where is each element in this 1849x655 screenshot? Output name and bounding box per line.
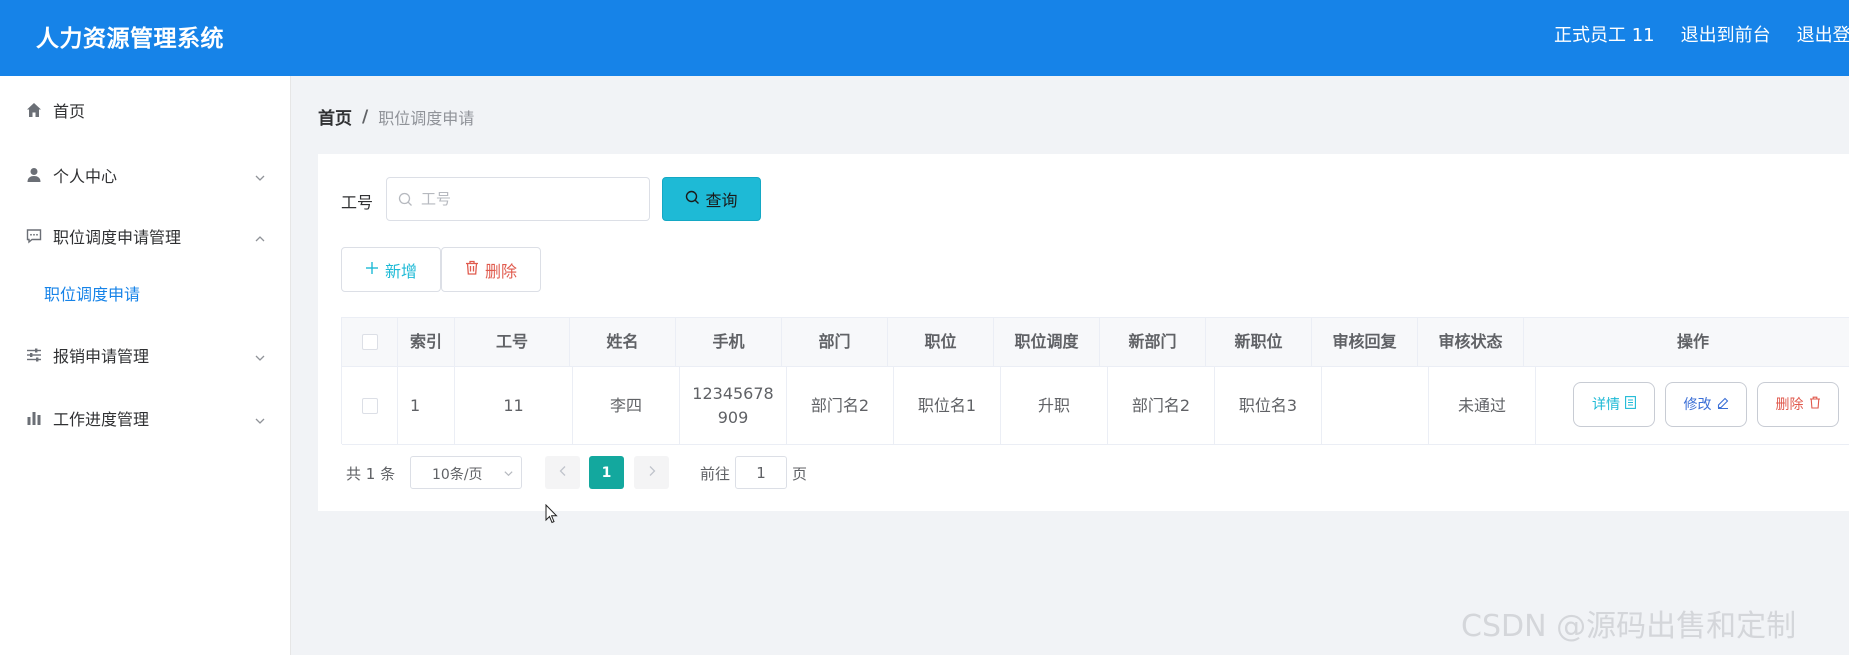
- breadcrumb-current: 职位调度申请: [378, 108, 475, 128]
- column-header: 部门: [782, 318, 888, 366]
- column-header: 职位调度: [994, 318, 1100, 366]
- page-size-select[interactable]: 10条/页: [410, 456, 522, 489]
- breadcrumb: 首页 / 职位调度申请: [318, 104, 475, 130]
- sidebar-item-label: 首页: [53, 102, 86, 121]
- document-icon: [1625, 393, 1636, 417]
- cell-review-status: 未通过: [1429, 367, 1536, 444]
- header-links: 正式员工 11 退出到前台 退出登录: [1554, 21, 1849, 47]
- sidebar-item-transfer-management[interactable]: 职位调度申请管理: [0, 216, 291, 256]
- edit-icon: [1717, 393, 1729, 417]
- app-title: 人力资源管理系统: [36, 26, 224, 52]
- message-icon: [26, 228, 42, 244]
- sidebar-item-reimbursement[interactable]: 报销申请管理: [0, 335, 291, 375]
- column-header: 新部门: [1100, 318, 1206, 366]
- cell-review-reply: [1322, 367, 1429, 444]
- prev-page-button[interactable]: [545, 456, 580, 489]
- edit-button[interactable]: 修改: [1665, 382, 1747, 427]
- chevron-down-icon: [254, 349, 266, 361]
- cell-new-department: 部门名2: [1108, 367, 1215, 444]
- trash-icon: [1809, 393, 1821, 417]
- chevron-right-icon: [647, 465, 657, 481]
- sidebar-item-home[interactable]: 首页: [0, 90, 291, 130]
- watermark: CSDN @源码出售和定制: [1461, 609, 1797, 644]
- column-header: 职位: [888, 318, 994, 366]
- search-label: 工号: [341, 193, 374, 212]
- goto-label: 前往: [700, 465, 731, 483]
- row-select-cell: [342, 367, 398, 444]
- column-header: 新职位: [1206, 318, 1312, 366]
- delete-button-label: 删除: [484, 261, 517, 281]
- plus-icon: [365, 260, 379, 279]
- user-icon: [26, 167, 42, 183]
- column-header: 姓名: [570, 318, 676, 366]
- sliders-icon: [26, 347, 42, 363]
- sidebar: 首页 个人中心 职位调度申请管理 职位调度申请 报销申请管理 工作进度管理: [0, 76, 291, 655]
- cell-operations: 详情 修改 删除: [1536, 367, 1849, 444]
- column-header: 操作: [1676, 332, 1709, 351]
- home-icon: [26, 102, 42, 118]
- row-delete-button-label: 删除: [1775, 396, 1804, 413]
- goto-page-input[interactable]: [735, 456, 787, 489]
- chevron-down-icon: [503, 467, 514, 483]
- column-header: 索引: [398, 318, 455, 366]
- column-header: 审核状态: [1418, 318, 1524, 366]
- transfer-request-table: 索引 工号 姓名 手机 部门 职位 职位调度 新部门 新职位 审核回复 审核状态…: [341, 317, 1849, 445]
- select-all-checkbox[interactable]: [361, 334, 378, 350]
- breadcrumb-separator: /: [362, 106, 369, 127]
- employee-id-search-field[interactable]: [386, 177, 650, 221]
- goto-unit: 页: [792, 465, 808, 483]
- chevron-up-icon: [254, 230, 266, 242]
- logout-link[interactable]: 退出登录: [1797, 21, 1849, 47]
- sidebar-subitem-transfer-request[interactable]: 职位调度申请: [0, 275, 291, 311]
- sidebar-item-label: 职位调度申请管理: [53, 228, 182, 247]
- back-to-frontend-link[interactable]: 退出到前台: [1681, 21, 1771, 47]
- top-header: 人力资源管理系统 正式员工 11 退出到前台 退出登录: [0, 0, 1849, 76]
- detail-button[interactable]: 详情: [1573, 382, 1655, 427]
- add-button[interactable]: 新增: [341, 247, 441, 292]
- detail-button-label: 详情: [1592, 396, 1620, 413]
- current-user-link[interactable]: 正式员工 11: [1554, 21, 1655, 47]
- cell-index: 1: [398, 367, 455, 444]
- table-header-row: 索引 工号 姓名 手机 部门 职位 职位调度 新部门 新职位 审核回复 审核状态…: [342, 318, 1849, 367]
- cell-name: 李四: [573, 367, 680, 444]
- column-header: 工号: [455, 318, 570, 366]
- row-delete-button[interactable]: 删除: [1757, 382, 1839, 427]
- breadcrumb-home[interactable]: 首页: [318, 104, 352, 129]
- edit-button-label: 修改: [1683, 396, 1712, 413]
- sidebar-subitem-label: 职位调度申请: [44, 285, 141, 304]
- pagination-total: 共 1 条: [346, 465, 396, 483]
- sidebar-item-label: 个人中心: [53, 167, 118, 186]
- cell-transfer: 升职: [1001, 367, 1108, 444]
- batch-delete-button[interactable]: 删除: [441, 247, 541, 292]
- header-select-cell: [342, 318, 398, 366]
- trash-icon: [465, 260, 479, 279]
- cell-new-position: 职位名3: [1215, 367, 1322, 444]
- sidebar-item-label: 工作进度管理: [53, 410, 150, 429]
- row-checkbox[interactable]: [361, 397, 378, 414]
- add-button-label: 新增: [384, 261, 417, 281]
- bar-chart-icon: [26, 410, 42, 426]
- table-row: 1 11 李四 12345678909 部门名2 职位名1 升职 部门名2 职位…: [342, 367, 1849, 445]
- page-number-button[interactable]: 1: [589, 456, 624, 489]
- next-page-button[interactable]: [634, 456, 669, 489]
- sidebar-item-personal-center[interactable]: 个人中心: [0, 155, 291, 195]
- chevron-left-icon: [558, 465, 568, 481]
- sidebar-item-label: 报销申请管理: [53, 347, 150, 366]
- query-button-label: 查询: [705, 191, 738, 210]
- chevron-down-icon: [254, 412, 266, 424]
- search-icon: [685, 190, 700, 209]
- mouse-cursor-icon: [545, 503, 559, 528]
- column-header: 手机: [676, 318, 782, 366]
- page-size-value: 10条/页: [432, 467, 483, 483]
- cell-department: 部门名2: [787, 367, 894, 444]
- chevron-down-icon: [254, 169, 266, 181]
- cell-position: 职位名1: [894, 367, 1001, 444]
- query-button[interactable]: 查询: [662, 177, 761, 221]
- cell-phone: 12345678909: [680, 367, 787, 444]
- employee-id-search-input[interactable]: [421, 186, 641, 212]
- search-icon: [398, 192, 413, 211]
- sidebar-item-work-progress[interactable]: 工作进度管理: [0, 398, 291, 438]
- column-header: 审核回复: [1312, 318, 1418, 366]
- cell-employee-id: 11: [455, 367, 573, 444]
